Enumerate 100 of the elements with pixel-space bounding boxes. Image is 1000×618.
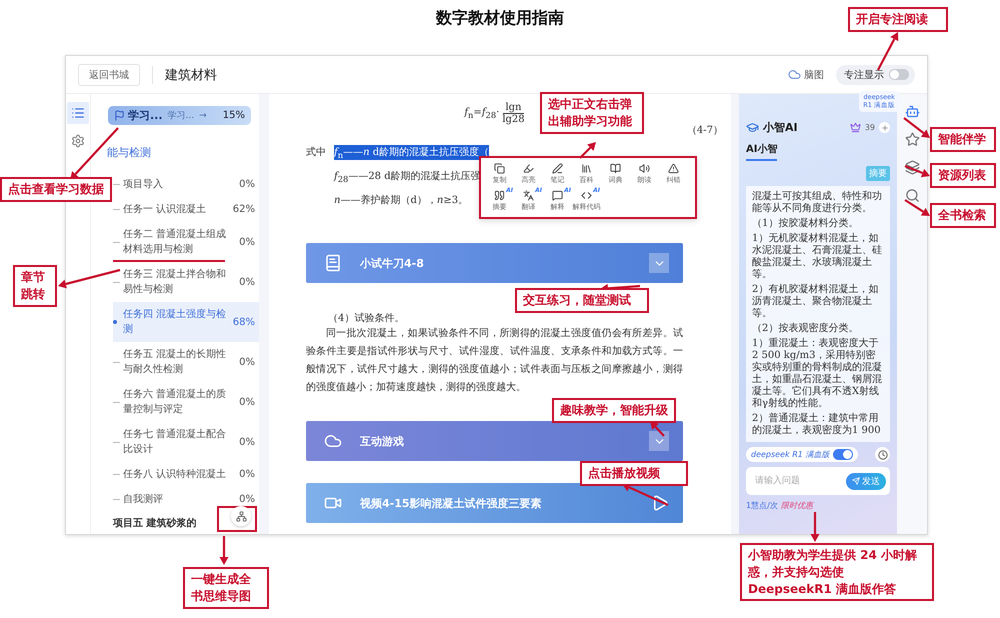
toc-item[interactable]: 任务一 认识混凝土 62% bbox=[113, 197, 259, 222]
toc-item[interactable]: 任务六 普通混凝土的质量控制与评定 0% bbox=[113, 382, 259, 422]
where-label: 式中 bbox=[306, 146, 327, 160]
clock-icon bbox=[878, 450, 888, 460]
chapter-title: 任务八 认识特种混凝土 bbox=[123, 468, 227, 482]
answer-paragraph: 混凝土可按其组成、特性和功能等从不同角度进行分类。 bbox=[752, 191, 883, 215]
chapter-title: 项目导入 bbox=[123, 178, 164, 192]
callout-label: 选中正文右击弹出辅助学习功能 bbox=[540, 92, 644, 134]
translate-icon bbox=[523, 190, 534, 201]
chapter-title: 任务三 混凝土拌合物和易性与检测 bbox=[123, 268, 227, 297]
callout-label: 小智助教为学生提供 24 小时解惑，并支持勾选使 DeepseekR1 满血版作答 bbox=[740, 543, 934, 602]
star-icon[interactable] bbox=[903, 130, 921, 148]
summary-tag: 摘要 bbox=[866, 166, 890, 181]
crown-icon bbox=[850, 122, 861, 133]
card-sublabel: 学习... bbox=[168, 110, 194, 122]
definition-line: n——养护龄期（d），n≥3。 bbox=[334, 194, 468, 207]
chapter-progress: 0% bbox=[238, 356, 255, 370]
callout-arrow bbox=[70, 127, 119, 180]
callout-label: 章节跳转 bbox=[13, 265, 57, 307]
callout-label: 点击查看学习数据 bbox=[0, 177, 112, 202]
mindmap-button[interactable]: 脑图 bbox=[788, 68, 824, 82]
chapter-title: 任务二 普通混凝土组成材料选用与检测 bbox=[123, 228, 227, 257]
callout-label: 点击播放视频 bbox=[580, 461, 688, 486]
network-icon bbox=[236, 510, 246, 522]
resource-banner[interactable]: 互动游戏 bbox=[306, 421, 683, 461]
chapter-title: 任务七 普通混凝土配合比设计 bbox=[123, 428, 227, 457]
pen-icon bbox=[552, 163, 563, 174]
callout-label: 开启专注阅读 bbox=[848, 7, 948, 32]
code-icon bbox=[581, 190, 592, 201]
chapter-progress: 0% bbox=[238, 236, 255, 250]
focus-toggle[interactable]: 专注显示 bbox=[836, 64, 915, 84]
body-paragraph: 同一批次混凝土，如果试验条件不同，所测得的混凝土强度值仍会有所差异。试验条件主要是指试件形状与尺寸、试件湿度、试件温度、支承条件和加载方式等。一般情况下，试件尺寸越大，测得的强度值越小；试件表面与压板之间摩擦越小，测得的强度值越小；加荷速度越快，测得的强度越大。 bbox=[306, 326, 683, 395]
tab[interactable]: AI小智 bbox=[746, 140, 778, 161]
book-icon bbox=[610, 163, 621, 174]
layers-icon[interactable] bbox=[903, 158, 921, 176]
promo-label: 限时优惠 bbox=[780, 501, 813, 510]
highlighter-icon bbox=[523, 163, 534, 174]
toc-item[interactable]: 项目五 建筑砂浆的 bbox=[113, 512, 259, 534]
chapter-title: 任务五 混凝土的长期性与耐久性检测 bbox=[123, 348, 227, 377]
send-icon bbox=[852, 477, 860, 485]
progress-value: 15% bbox=[222, 110, 245, 121]
play-icon bbox=[651, 494, 669, 512]
chapter-progress: 62% bbox=[232, 203, 255, 217]
chapter-progress: 0% bbox=[238, 436, 255, 450]
chapter-title: 任务六 普通混凝土的质量控制与评定 bbox=[123, 388, 227, 417]
chapter-progress: 0% bbox=[238, 276, 255, 290]
callout-label: 资源列表 bbox=[930, 163, 996, 188]
answer-paragraph: （1）按胶凝材料分类。 bbox=[752, 218, 860, 230]
history-button[interactable] bbox=[875, 447, 890, 462]
toc-item[interactable]: 项目导入 0% bbox=[113, 172, 259, 197]
callout-arrow bbox=[58, 268, 120, 288]
chapter-progress: 0% bbox=[238, 493, 255, 507]
toc-item[interactable]: 任务二 普通混凝土组成材料选用与检测 0% bbox=[113, 222, 259, 262]
callout-arrow bbox=[220, 536, 228, 565]
chapter-title: 任务四 混凝土强度与检测 bbox=[123, 308, 227, 337]
section-subheading: （4）试验条件。 bbox=[328, 312, 404, 325]
toc-item[interactable]: 任务七 普通混凝土配合比设计 0% bbox=[113, 422, 259, 462]
callout-arrow bbox=[650, 421, 665, 437]
expand-button[interactable] bbox=[649, 431, 669, 451]
banner-title: 视频4-15影响混凝土试件强度三要素 bbox=[360, 496, 542, 510]
notebook-icon bbox=[324, 254, 342, 272]
chapter-progress: 0% bbox=[238, 396, 255, 410]
toc-item[interactable]: 自我测评 0% bbox=[113, 487, 259, 512]
chapter-progress: 0% bbox=[238, 178, 255, 192]
equation-number: （4-7） bbox=[686, 125, 723, 136]
points-count: 39 bbox=[864, 123, 875, 132]
toc-item[interactable]: 任务八 认识特种混凝土 0% bbox=[113, 462, 259, 487]
toc-item[interactable]: 任务三 混凝土拌合物和易性与检测 0% bbox=[113, 262, 259, 302]
book-title: 建筑材料 bbox=[152, 66, 217, 84]
chapter-title: 任务一 认识混凝土 bbox=[123, 202, 208, 217]
chat-icon bbox=[552, 190, 563, 201]
banner-title: 小试牛刀4-8 bbox=[360, 256, 424, 270]
card-arrow: → bbox=[199, 110, 207, 120]
model-toggle[interactable]: deepseek R1 满血版 bbox=[746, 447, 858, 462]
answer-paragraph: 1）重混凝土：表观密度大于2 500 kg/m3，采用特别密实或特别重的骨料制成的混凝土，如重晶石混凝土、钢屑混凝土等。它们具有不透X射线和γ射线的性能。 bbox=[752, 338, 883, 410]
answer-paragraph: 2）有机胶凝材料混凝土，如沥青混凝土、聚合物混凝土等。 bbox=[752, 284, 880, 320]
cloud-icon bbox=[788, 68, 801, 81]
mindmap-button[interactable] bbox=[231, 506, 251, 526]
contents-icon[interactable] bbox=[67, 102, 89, 124]
toc-item[interactable]: 任务五 混凝土的长期性与耐久性检测 0% bbox=[113, 342, 259, 382]
page-title: 数字教材使用指南 bbox=[436, 8, 564, 27]
warning-icon bbox=[668, 163, 679, 174]
answer-paragraph: 1）无机胶凝材料混凝土，如水泥混凝土、石膏混凝土、硅酸盐混凝土、水玻璃混凝土等。 bbox=[752, 233, 883, 281]
flag-icon bbox=[114, 110, 125, 121]
cloud-icon bbox=[324, 432, 342, 450]
section-heading[interactable]: 能与检测 bbox=[107, 133, 259, 172]
fraction: lgn lg28 bbox=[502, 102, 525, 125]
graduation-cap-icon bbox=[746, 121, 759, 134]
play-button[interactable] bbox=[651, 494, 669, 512]
chapter-progress: 0% bbox=[238, 468, 255, 482]
back-button[interactable]: 返回书城 bbox=[78, 64, 140, 86]
plus-icon bbox=[880, 124, 888, 132]
copy-icon bbox=[494, 163, 505, 174]
study-progress-card[interactable]: 学习... 学习... → 15% bbox=[108, 106, 251, 125]
callout-label: 趣味教学，智能升级 bbox=[552, 398, 676, 423]
answer-paragraph: （2）按表观密度分类。 bbox=[752, 323, 860, 335]
callout-label: 全书检索 bbox=[930, 203, 996, 228]
price-label: 1慧点/次 bbox=[746, 501, 778, 510]
callout-arrow bbox=[904, 199, 930, 216]
quote-icon bbox=[494, 190, 505, 201]
